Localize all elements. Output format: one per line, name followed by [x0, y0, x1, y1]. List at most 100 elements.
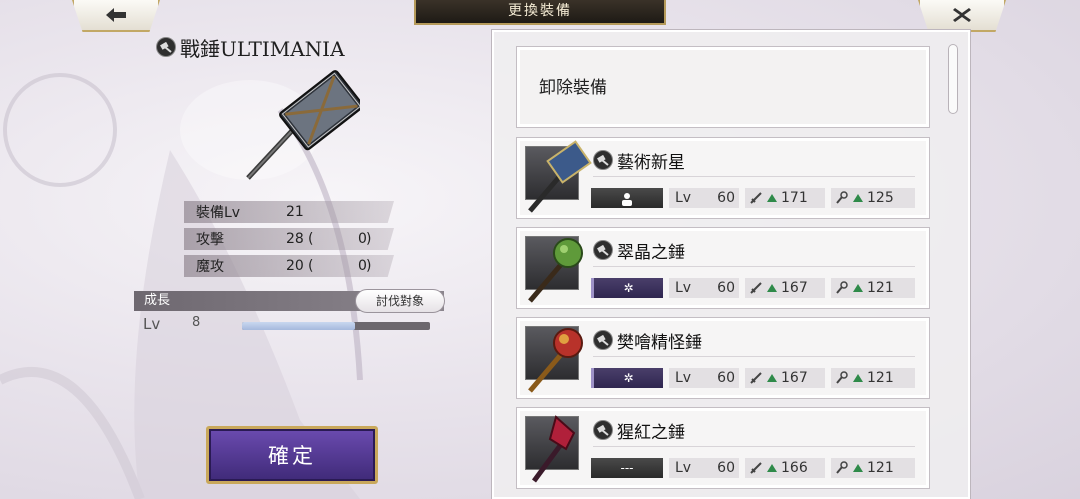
- list-scrollbar[interactable]: [948, 44, 958, 114]
- stat-label: 魔攻: [196, 259, 224, 275]
- person-icon: [622, 192, 632, 206]
- stat-label: 裝備Lv: [196, 205, 241, 221]
- attack-value: 166: [781, 460, 808, 476]
- hammer-type-icon: [593, 150, 613, 170]
- divider: [593, 356, 915, 357]
- triangle-up-icon: [853, 194, 863, 202]
- level-label: Lv: [675, 460, 692, 476]
- magic-value: 121: [867, 280, 894, 296]
- divider: [593, 266, 915, 267]
- magic-wand-icon: [836, 191, 848, 204]
- weapon-name-text: 藝術新星: [617, 152, 685, 173]
- weapon-level: Lv 60: [669, 458, 739, 478]
- weapon-thumbnail: [525, 326, 583, 393]
- magic-value: 121: [867, 460, 894, 476]
- attack-value: 167: [781, 280, 808, 296]
- stat-value: 20: [286, 258, 304, 274]
- stat-paren-close: ): [366, 258, 372, 274]
- stat-value: 21: [286, 204, 304, 220]
- weapon-magic: 125: [831, 188, 915, 208]
- target-button[interactable]: 討伐對象: [355, 289, 445, 313]
- sword-icon: [750, 192, 762, 204]
- weapon-magic: 121: [831, 278, 915, 298]
- divider: [593, 176, 915, 177]
- stat-value: 28: [286, 231, 304, 247]
- level-value: 60: [717, 460, 735, 476]
- weapon-name: 藝術新星: [593, 148, 685, 173]
- weapon-name: 猩紅之錘: [593, 418, 685, 443]
- hammer-type-icon: [593, 420, 613, 440]
- weapon-list-item[interactable]: 猩紅之錘 --- Lv 60 166 121: [516, 407, 930, 489]
- stat-row-magic: 魔攻 20 ( 0 ): [184, 255, 394, 277]
- confirm-button[interactable]: 確定: [206, 426, 378, 484]
- element-chip: ✲: [591, 278, 663, 298]
- weapon-thumbnail: [525, 140, 592, 213]
- hammer-type-icon: [593, 330, 613, 350]
- magic-wand-icon: [836, 461, 848, 474]
- weapon-list-item[interactable]: 藝術新星 Lv 60 171 125: [516, 137, 930, 219]
- triangle-up-icon: [767, 194, 777, 202]
- current-weapon-name: 戰錘ULTIMANIA: [156, 34, 345, 61]
- triangle-up-icon: [767, 464, 777, 472]
- weapon-magic: 121: [831, 458, 915, 478]
- growth-progress-bar: [242, 322, 430, 330]
- triangle-up-icon: [853, 464, 863, 472]
- stat-paren-close: ): [366, 231, 372, 247]
- close-button[interactable]: [918, 0, 1006, 32]
- hammer-type-icon: [156, 37, 176, 57]
- magic-wand-icon: [836, 371, 848, 384]
- weapon-thumbnail: [525, 415, 579, 483]
- magic-value: 121: [867, 370, 894, 386]
- weapon-level: Lv 60: [669, 188, 739, 208]
- unequip-button[interactable]: 卸除裝備: [516, 46, 930, 128]
- element-chip: ✲: [591, 368, 663, 388]
- element-chip: ---: [591, 458, 663, 478]
- weapon-attack: 171: [745, 188, 825, 208]
- triangle-up-icon: [767, 374, 777, 382]
- magic-value: 125: [867, 190, 894, 206]
- weapon-list-item[interactable]: 翠晶之錘 ✲ Lv 60 167 121: [516, 227, 930, 309]
- sword-icon: [750, 462, 762, 474]
- weapon-attack: 166: [745, 458, 825, 478]
- level-value: 60: [717, 190, 735, 206]
- weapon-name-text: 猩紅之錘: [617, 422, 685, 443]
- level-value: 60: [717, 280, 735, 296]
- growth-lv-label: Lv: [143, 315, 161, 333]
- weapon-list-item[interactable]: 樊噲精怪錘 ✲ Lv 60 167 121: [516, 317, 930, 399]
- back-button[interactable]: [72, 0, 160, 32]
- weapon-thumbnail: [525, 236, 583, 303]
- character-chip: [591, 188, 663, 208]
- weapon-name: 翠晶之錘: [593, 238, 685, 263]
- attack-value: 167: [781, 370, 808, 386]
- sword-icon: [750, 372, 762, 384]
- triangle-up-icon: [853, 374, 863, 382]
- weapon-level: Lv 60: [669, 278, 739, 298]
- close-icon: [953, 8, 971, 22]
- stat-row-attack: 攻擊 28 ( 0 ): [184, 228, 394, 250]
- stat-bonus: 0: [358, 258, 367, 274]
- triangle-up-icon: [853, 284, 863, 292]
- stat-paren-open: (: [308, 231, 314, 247]
- triangle-up-icon: [767, 284, 777, 292]
- weapon-name-text: 樊噲精怪錘: [617, 332, 702, 353]
- attack-value: 171: [781, 190, 808, 206]
- growth-progress-fill: [242, 322, 355, 330]
- level-label: Lv: [675, 280, 692, 296]
- sword-icon: [750, 282, 762, 294]
- weapon-level: Lv 60: [669, 368, 739, 388]
- level-label: Lv: [675, 190, 692, 206]
- weapon-attack: 167: [745, 368, 825, 388]
- stat-bonus: 0: [358, 231, 367, 247]
- weapon-name-text: 翠晶之錘: [617, 242, 685, 263]
- magic-wand-icon: [836, 281, 848, 294]
- level-value: 60: [717, 370, 735, 386]
- weapon-magic: 121: [831, 368, 915, 388]
- weapon-attack: 167: [745, 278, 825, 298]
- current-weapon-name-text: 戰錘ULTIMANIA: [180, 36, 345, 61]
- current-weapon-image: [246, 70, 360, 180]
- weapon-name: 樊噲精怪錘: [593, 328, 702, 353]
- level-label: Lv: [675, 370, 692, 386]
- hammer-type-icon: [593, 240, 613, 260]
- stat-row-equip-lv: 裝備Lv 21: [184, 201, 394, 223]
- arrow-left-icon: [106, 8, 126, 22]
